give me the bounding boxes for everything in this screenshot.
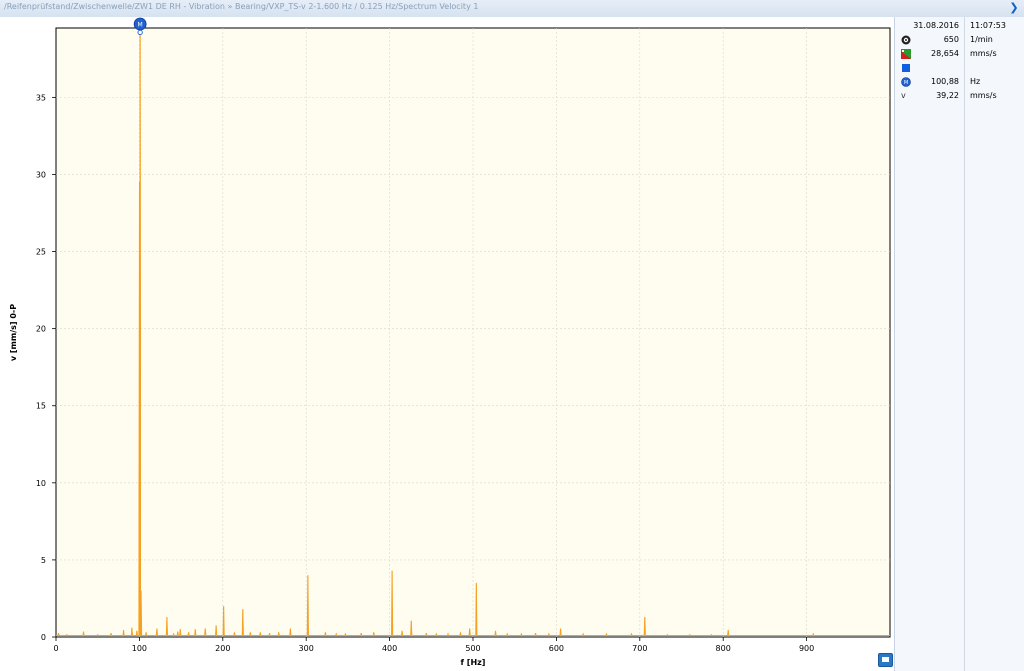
speed-value: 650 <box>943 35 959 44</box>
info-row-marker-freq: M 100,88 Hz <box>895 75 1024 89</box>
level-icon <box>901 49 911 59</box>
level-unit: mms/s <box>970 49 997 58</box>
marker-icon: M <box>901 77 911 87</box>
blue-square-icon <box>902 64 910 72</box>
speed-icon <box>901 35 911 45</box>
x-tick-label: 200 <box>215 644 230 653</box>
marker-point <box>137 29 143 35</box>
y-axis-label: v [mm/s] 0-P <box>9 304 18 361</box>
spectrum-chart-area[interactable]: 0 5 10 15 20 25 30 35 0 100 200 300 400 500 600 700 800 9… <box>0 17 894 671</box>
measurement-path-title: /Reifenprüfstand/Zwischenwelle/ZW1 DE RH… <box>4 2 479 11</box>
y-tick-label: 35 <box>36 93 46 102</box>
info-row-level: 28,654 mms/s <box>895 47 1024 61</box>
marker-amplitude-unit: mms/s <box>970 91 997 100</box>
info-row-datetime: 31.08.2016 11:07:53 <box>895 19 1024 33</box>
report-icon[interactable] <box>878 653 893 667</box>
x-tick-label: 800 <box>716 644 731 653</box>
y-tick-label: 10 <box>36 479 46 488</box>
y-tick-label: 25 <box>36 248 46 257</box>
y-tick-label: 5 <box>41 556 46 565</box>
info-panel: 31.08.2016 11:07:53 650 1/min 28,654 mms… <box>894 17 1024 671</box>
info-row-marker-amp: v 39,22 mms/s <box>895 89 1024 103</box>
marker-frequency-value: 100,88 <box>931 77 959 86</box>
chevron-right-icon[interactable]: ❯ <box>1008 1 1020 15</box>
speed-unit: 1/min <box>970 35 993 44</box>
title-bar: /Reifenprüfstand/Zwischenwelle/ZW1 DE RH… <box>0 0 1024 18</box>
x-tick-label: 500 <box>465 644 480 653</box>
date-value: 31.08.2016 <box>913 21 959 30</box>
y-tick-label: 0 <box>41 633 46 642</box>
y-tick-label: 15 <box>36 402 46 411</box>
x-tick-label: 300 <box>299 644 314 653</box>
svg-text:M: M <box>904 80 908 86</box>
spectrum-chart[interactable]: 0 5 10 15 20 25 30 35 0 100 200 300 400 500 600 700 800 9… <box>0 17 894 671</box>
x-tick-label: 400 <box>382 644 397 653</box>
marker-frequency-unit: Hz <box>970 77 981 86</box>
x-tick-label: 600 <box>549 644 564 653</box>
x-tick-label: 0 <box>53 644 58 653</box>
marker-badge-label: M <box>138 22 143 29</box>
y-tick-label: 20 <box>36 325 46 334</box>
info-row-speed: 650 1/min <box>895 33 1024 47</box>
x-tick-label: 700 <box>632 644 647 653</box>
level-value: 28,654 <box>931 49 959 58</box>
info-row-series-color <box>895 61 1024 75</box>
x-tick-label: 100 <box>132 644 147 653</box>
v-icon: v <box>901 91 906 100</box>
info-panel-divider <box>964 17 965 671</box>
y-tick-label: 30 <box>36 170 46 179</box>
x-tick-label: 900 <box>799 644 814 653</box>
marker-amplitude-value: 39,22 <box>936 91 959 100</box>
x-axis-label: f [Hz] <box>461 658 486 667</box>
time-value: 11:07:53 <box>970 21 1006 30</box>
